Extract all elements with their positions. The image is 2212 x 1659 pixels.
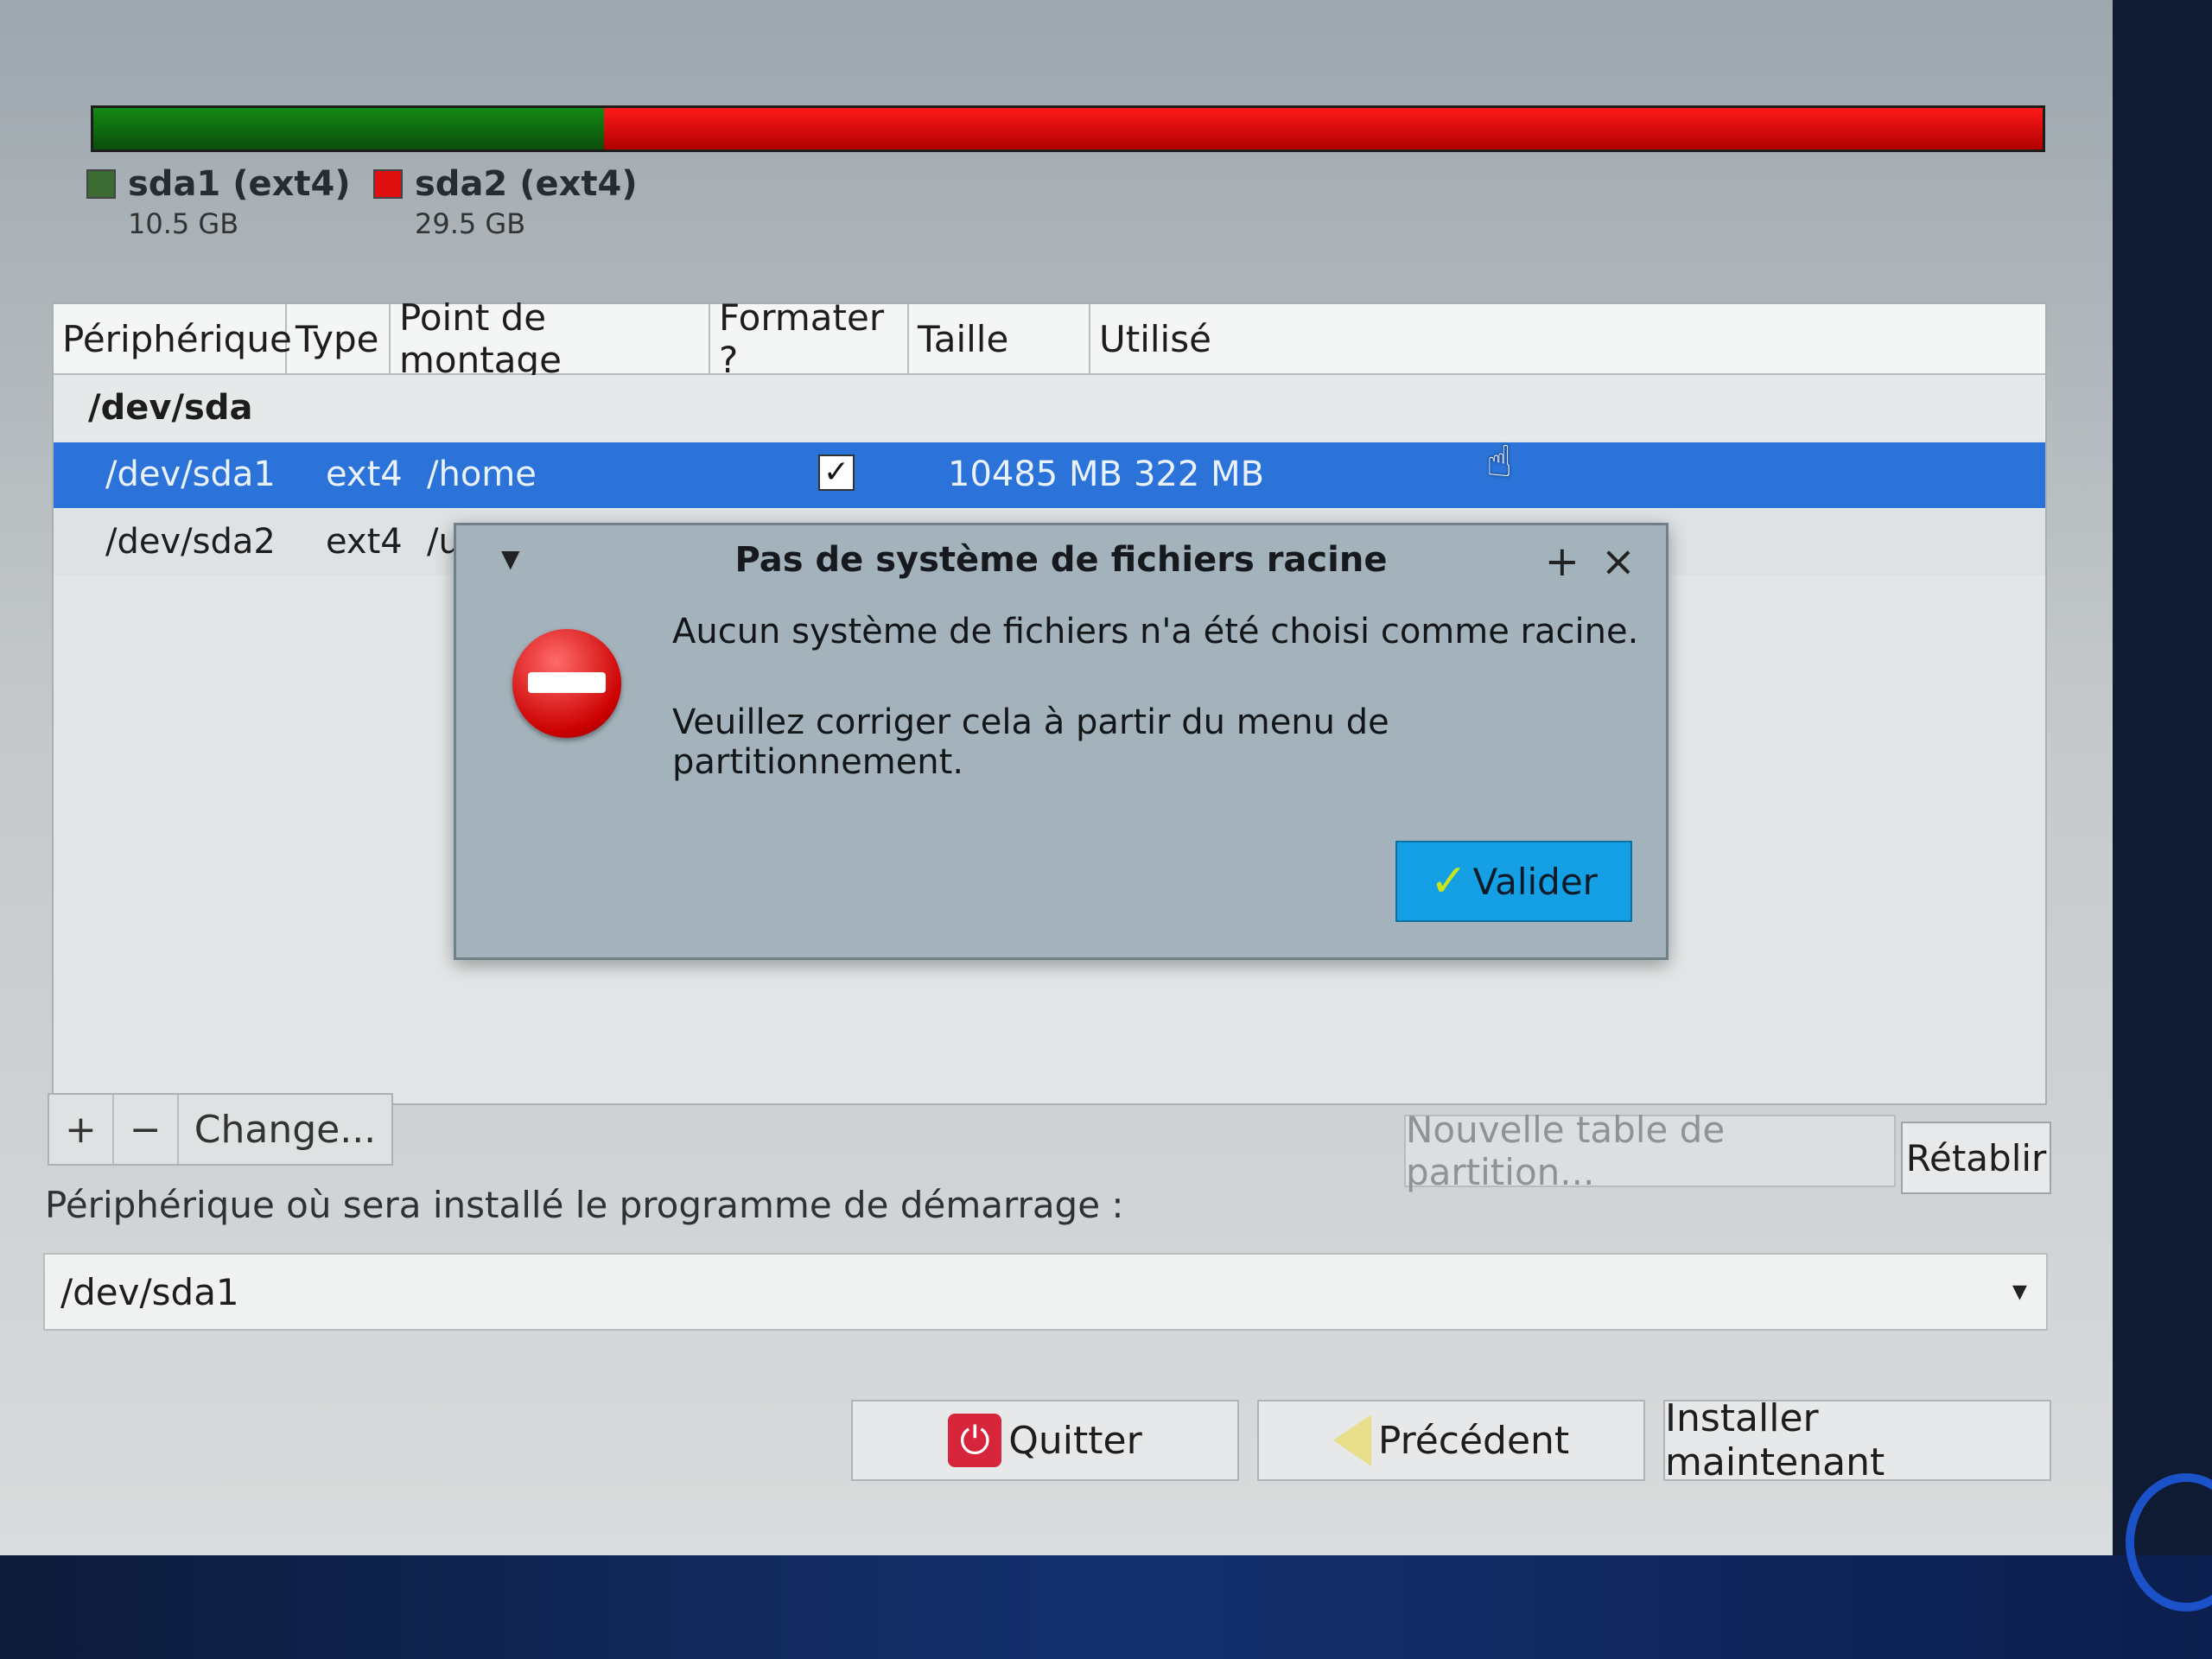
partition-edit-toolbar: + − Change...: [48, 1093, 394, 1166]
cell-type: ext4: [326, 454, 403, 494]
cell-size: 10485 MB: [948, 454, 1122, 494]
new-partition-table-button[interactable]: Nouvelle table de partition...: [1404, 1109, 1896, 1193]
error-stop-icon: [512, 629, 621, 738]
legend-name: sda1 (ext4): [128, 164, 351, 204]
dialog-message: Veuillez corriger cela à partir du menu …: [672, 702, 1389, 782]
partition-segment-sda2: [604, 108, 2043, 149]
column-header[interactable]: Type: [287, 304, 391, 373]
cell-device: /dev/sda1: [105, 454, 276, 494]
column-header[interactable]: Utilisé: [1090, 304, 2045, 373]
chevron-down-icon: ▾: [2012, 1274, 2027, 1308]
installer-window: sda1 (ext4) 10.5 GB sda2 (ext4) 29.5 GB …: [0, 0, 2113, 1555]
cell-type: ext4: [326, 522, 403, 562]
back-button-label: Précédent: [1377, 1418, 1570, 1463]
cell-used: 322 MB: [1134, 454, 1265, 494]
table-row[interactable]: /dev/sda1 ext4 /home ✓ 10485 MB 322 MB: [54, 442, 2045, 508]
checkmark-icon: ✓: [1430, 855, 1468, 907]
disk-label: /dev/sda: [88, 388, 253, 428]
dialog-title: Pas de système de fichiers racine: [734, 540, 1388, 580]
dialog-message: Aucun système de fichiers n'a été choisi…: [672, 612, 1639, 652]
desktop-background: [2113, 0, 2212, 1555]
remove-partition-button[interactable]: −: [114, 1095, 179, 1164]
format-checkbox[interactable]: ✓: [818, 454, 855, 491]
arrow-left-icon: [1332, 1414, 1371, 1466]
quit-button-label: Quitter: [1008, 1418, 1142, 1463]
legend-swatch-sda1: [86, 169, 116, 199]
power-icon: ⏻: [948, 1414, 1002, 1467]
change-partition-button[interactable]: Change...: [179, 1095, 391, 1164]
bootloader-select[interactable]: /dev/sda1 ▾: [43, 1253, 2048, 1331]
table-row-disk[interactable]: /dev/sda: [54, 375, 2045, 441]
table-header: Périphérique Type Point de montage Forma…: [54, 296, 2045, 381]
legend-sda2: sda2 (ext4) 29.5 GB: [373, 164, 638, 240]
install-now-button[interactable]: Installer maintenant: [1663, 1396, 2051, 1484]
column-header[interactable]: Périphérique: [54, 304, 292, 373]
column-header[interactable]: Formater ?: [710, 296, 909, 381]
desktop-taskbar-area: [0, 1555, 2212, 1659]
close-icon[interactable]: ×: [1601, 537, 1636, 586]
validate-button-label: Valider: [1472, 860, 1598, 903]
reset-button[interactable]: Rétablir: [1901, 1122, 2051, 1194]
error-dialog: ▼ Pas de système de fichiers racine + × …: [454, 523, 1669, 960]
hand-cursor-icon: ☝: [1486, 436, 1513, 486]
back-button[interactable]: Précédent: [1257, 1400, 1645, 1481]
quit-button[interactable]: ⏻ Quitter: [851, 1400, 1239, 1481]
legend-name: sda2 (ext4): [415, 164, 638, 204]
column-header[interactable]: Taille: [909, 304, 1090, 373]
bootloader-label: Périphérique où sera installé le program…: [45, 1184, 1124, 1226]
legend-size: 29.5 GB: [415, 207, 526, 240]
column-header[interactable]: Point de montage: [391, 296, 710, 381]
partition-segment-sda1: [93, 108, 605, 149]
cell-device: /dev/sda2: [105, 522, 276, 562]
maximize-icon[interactable]: +: [1545, 537, 1580, 586]
bootloader-select-value: /dev/sda1: [60, 1270, 239, 1313]
legend-size: 10.5 GB: [128, 207, 239, 240]
validate-button[interactable]: ✓ Valider: [1395, 841, 1632, 922]
legend-sda1: sda1 (ext4) 10.5 GB: [86, 164, 351, 240]
install-button-label: Installer maintenant: [1665, 1396, 1885, 1484]
add-partition-button[interactable]: +: [49, 1095, 114, 1164]
cell-mount: /home: [427, 454, 537, 494]
partition-bar: [91, 105, 2045, 152]
legend-swatch-sda2: [373, 169, 403, 199]
